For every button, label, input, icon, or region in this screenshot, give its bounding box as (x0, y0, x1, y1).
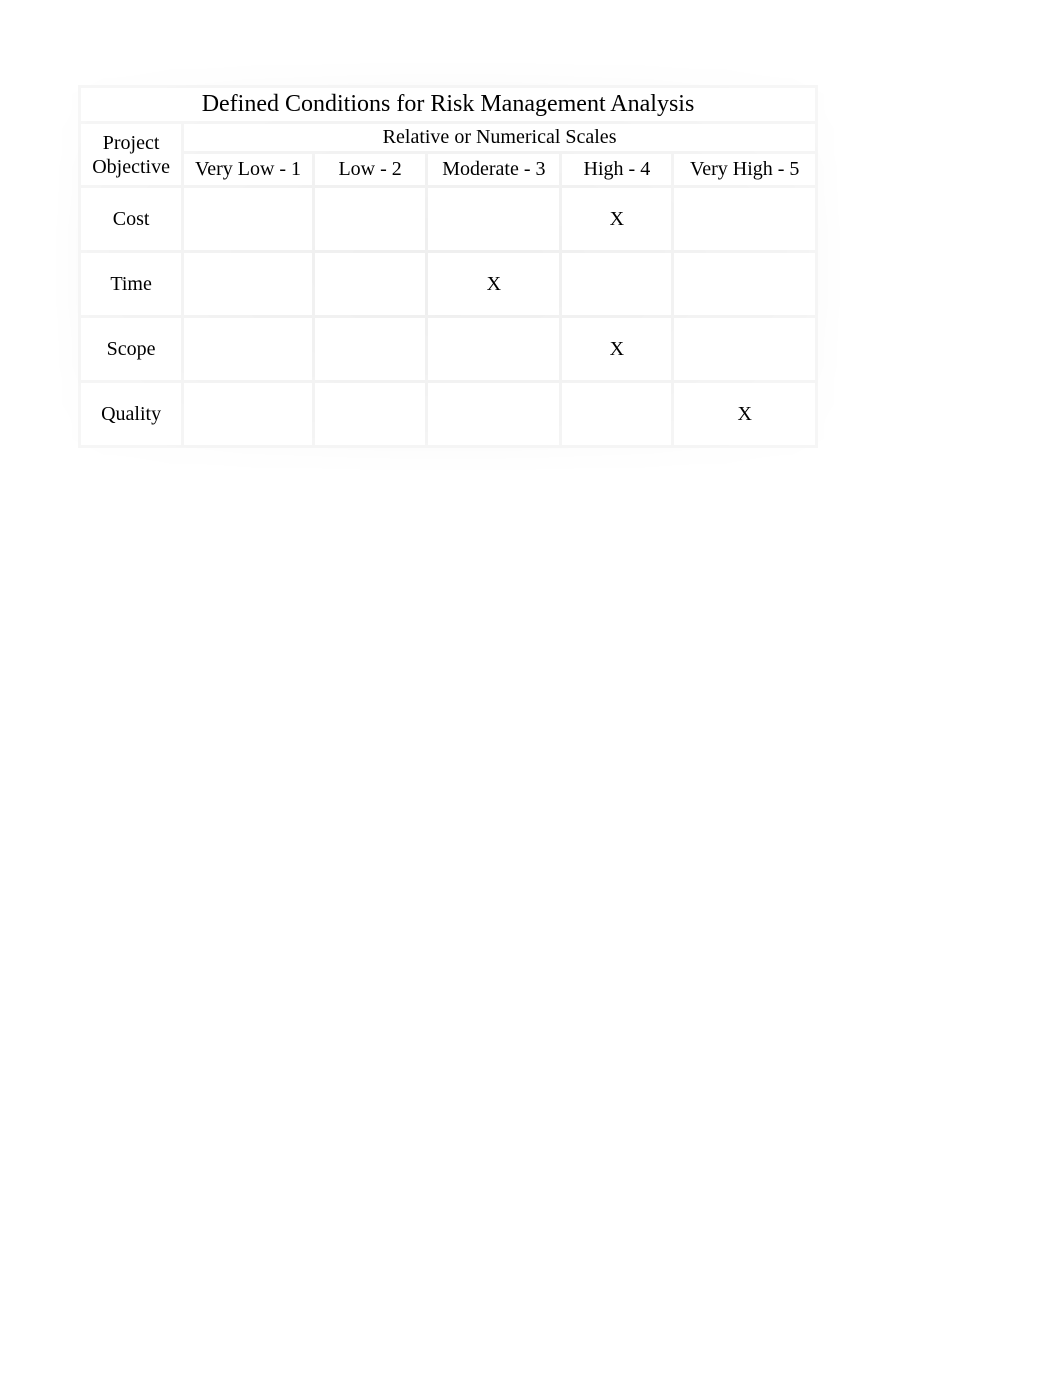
scale-label-1: Very Low - 1 (184, 154, 312, 185)
cell (315, 188, 425, 250)
cell (674, 318, 815, 380)
cell (428, 318, 559, 380)
scale-label-2: Low - 2 (315, 154, 425, 185)
cell: X (428, 253, 559, 315)
cell (428, 383, 559, 445)
cell (315, 318, 425, 380)
objective-header-line1: Project (103, 132, 160, 154)
cell (184, 318, 312, 380)
cell (184, 383, 312, 445)
table-row: Cost X (81, 188, 815, 250)
cell: X (562, 318, 671, 380)
cell (562, 253, 671, 315)
row-label-scope: Scope (81, 318, 181, 380)
cell: X (674, 383, 815, 445)
cell (315, 383, 425, 445)
objective-header-line2: Objective (92, 156, 170, 178)
row-label-time: Time (81, 253, 181, 315)
scale-label-5: Very High - 5 (674, 154, 815, 185)
cell (428, 188, 559, 250)
row-label-cost: Cost (81, 188, 181, 250)
title-row: Defined Conditions for Risk Management A… (81, 88, 815, 121)
cell (315, 253, 425, 315)
scale-label-4: High - 4 (562, 154, 671, 185)
table-row: Time X (81, 253, 815, 315)
cell (184, 188, 312, 250)
risk-conditions-table: Defined Conditions for Risk Management A… (78, 85, 818, 448)
row-label-quality: Quality (81, 383, 181, 445)
cell: X (562, 188, 671, 250)
table-row: Scope X (81, 318, 815, 380)
scale-label-3: Moderate - 3 (428, 154, 559, 185)
risk-conditions-table-wrap: Defined Conditions for Risk Management A… (78, 85, 818, 448)
cell (562, 383, 671, 445)
cell (184, 253, 312, 315)
cell (674, 188, 815, 250)
header-row-1: Project Objective Relative or Numerical … (81, 124, 815, 151)
scales-header: Relative or Numerical Scales (184, 124, 815, 151)
table-row: Quality X (81, 383, 815, 445)
cell (674, 253, 815, 315)
objective-header: Project Objective (81, 124, 181, 185)
table-title: Defined Conditions for Risk Management A… (81, 88, 815, 121)
header-row-2: Very Low - 1 Low - 2 Moderate - 3 High -… (81, 154, 815, 185)
